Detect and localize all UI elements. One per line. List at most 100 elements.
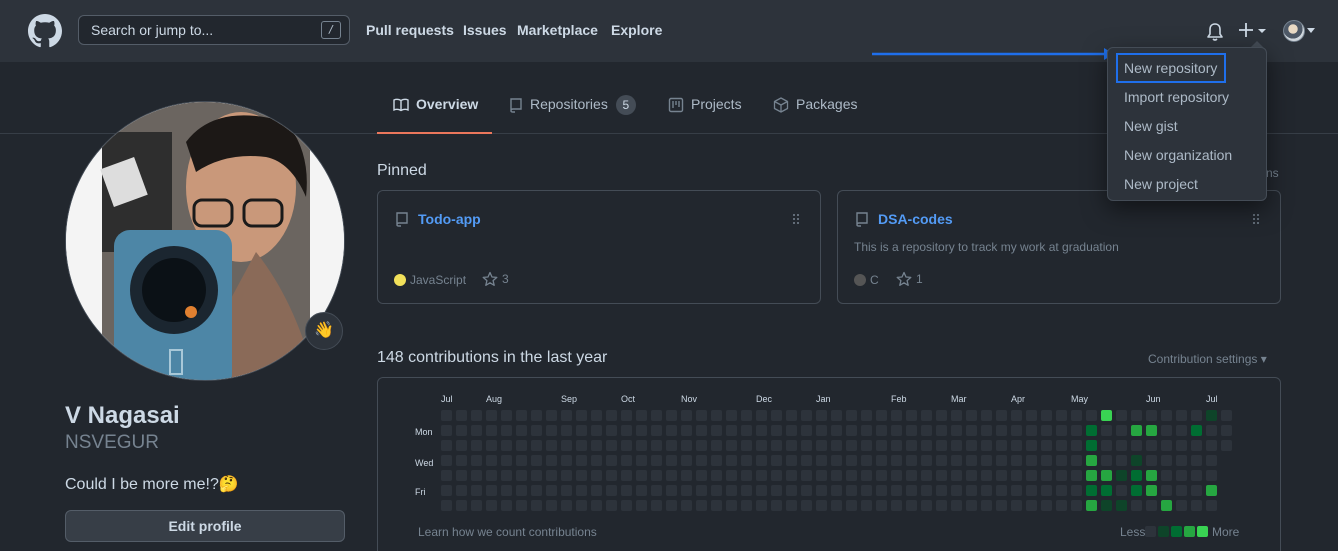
contribution-day-cell[interactable] [1026,455,1037,466]
contribution-day-cell[interactable] [876,500,887,511]
contribution-day-cell[interactable] [846,455,857,466]
contribution-day-cell[interactable] [456,470,467,481]
contribution-day-cell[interactable] [696,485,707,496]
contribution-day-cell[interactable] [606,470,617,481]
contribution-day-cell[interactable] [786,470,797,481]
contribution-day-cell[interactable] [531,485,542,496]
contribution-day-cell[interactable] [1041,470,1052,481]
contribution-day-cell[interactable] [591,470,602,481]
contribution-day-cell[interactable] [1026,425,1037,436]
contribution-day-cell[interactable] [606,455,617,466]
status-emoji-button[interactable]: 👋 [305,312,343,350]
pinned-repo-link[interactable]: DSA-codes [878,211,953,227]
contribution-day-cell[interactable] [1116,500,1127,511]
menu-new-organization[interactable]: New organization [1124,147,1232,163]
contribution-day-cell[interactable] [1176,500,1187,511]
contribution-day-cell[interactable] [531,410,542,421]
contribution-day-cell[interactable] [471,425,482,436]
contribution-day-cell[interactable] [501,440,512,451]
contribution-day-cell[interactable] [1176,410,1187,421]
contribution-day-cell[interactable] [666,440,677,451]
customize-pins-link[interactable]: ns [1266,166,1279,180]
contribution-day-cell[interactable] [741,485,752,496]
contribution-day-cell[interactable] [1041,500,1052,511]
contribution-day-cell[interactable] [1206,410,1217,421]
pinned-repo-stars[interactable]: 1 [896,271,923,287]
contribution-day-cell[interactable] [546,470,557,481]
contribution-day-cell[interactable] [1176,425,1187,436]
contribution-day-cell[interactable] [936,485,947,496]
contribution-day-cell[interactable] [726,410,737,421]
contribution-day-cell[interactable] [651,440,662,451]
contribution-day-cell[interactable] [561,485,572,496]
contribution-day-cell[interactable] [681,470,692,481]
contribution-day-cell[interactable] [1056,440,1067,451]
contribution-day-cell[interactable] [741,500,752,511]
contribution-day-cell[interactable] [1146,455,1157,466]
contribution-day-cell[interactable] [486,425,497,436]
contribution-day-cell[interactable] [861,455,872,466]
contribution-day-cell[interactable] [1131,425,1142,436]
contribution-day-cell[interactable] [936,440,947,451]
contribution-day-cell[interactable] [1161,425,1172,436]
contribution-day-cell[interactable] [1071,410,1082,421]
contribution-day-cell[interactable] [756,410,767,421]
contribution-day-cell[interactable] [1086,470,1097,481]
contribution-day-cell[interactable] [1131,470,1142,481]
contribution-day-cell[interactable] [1116,470,1127,481]
contribution-day-cell[interactable] [966,425,977,436]
contribution-day-cell[interactable] [606,485,617,496]
contribution-day-cell[interactable] [621,485,632,496]
contribution-day-cell[interactable] [891,455,902,466]
contribution-day-cell[interactable] [1086,440,1097,451]
contribution-day-cell[interactable] [561,455,572,466]
tab-repositories[interactable]: Repositories 5 [509,95,636,134]
contribution-day-cell[interactable] [1101,500,1112,511]
contribution-day-cell[interactable] [756,440,767,451]
contribution-day-cell[interactable] [1116,425,1127,436]
contribution-day-cell[interactable] [891,470,902,481]
contribution-day-cell[interactable] [456,500,467,511]
contribution-day-cell[interactable] [981,455,992,466]
contribution-day-cell[interactable] [576,500,587,511]
contribution-day-cell[interactable] [1086,410,1097,421]
contribution-day-cell[interactable] [1011,410,1022,421]
contribution-day-cell[interactable] [501,500,512,511]
contribution-day-cell[interactable] [921,440,932,451]
chevron-down-icon[interactable] [1307,28,1315,33]
nav-issues[interactable]: Issues [463,22,507,38]
contribution-day-cell[interactable] [666,500,677,511]
contribution-day-cell[interactable] [876,425,887,436]
contribution-day-cell[interactable] [576,470,587,481]
contribution-day-cell[interactable] [906,410,917,421]
contribution-day-cell[interactable] [696,410,707,421]
contribution-day-cell[interactable] [441,425,452,436]
contribution-day-cell[interactable] [711,410,722,421]
contribution-day-cell[interactable] [921,500,932,511]
contribution-day-cell[interactable] [636,440,647,451]
contribution-day-cell[interactable] [696,425,707,436]
contribution-day-cell[interactable] [621,455,632,466]
contribution-day-cell[interactable] [996,455,1007,466]
contribution-day-cell[interactable] [1071,500,1082,511]
contribution-day-cell[interactable] [1191,470,1202,481]
contribution-day-cell[interactable] [726,485,737,496]
contribution-day-cell[interactable] [711,500,722,511]
contribution-day-cell[interactable] [876,470,887,481]
contribution-day-cell[interactable] [816,455,827,466]
contribution-day-cell[interactable] [906,425,917,436]
contribution-day-cell[interactable] [486,470,497,481]
contribution-day-cell[interactable] [516,500,527,511]
contribution-day-cell[interactable] [801,500,812,511]
contribution-day-cell[interactable] [771,470,782,481]
contribution-day-cell[interactable] [531,425,542,436]
contribution-day-cell[interactable] [1026,500,1037,511]
contribution-day-cell[interactable] [771,440,782,451]
contribution-day-cell[interactable] [1146,410,1157,421]
contribution-day-cell[interactable] [486,500,497,511]
tab-packages[interactable]: Packages [773,96,857,134]
nav-marketplace[interactable]: Marketplace [517,22,598,38]
contribution-day-cell[interactable] [1191,455,1202,466]
contribution-day-cell[interactable] [1146,440,1157,451]
contribution-day-cell[interactable] [876,440,887,451]
